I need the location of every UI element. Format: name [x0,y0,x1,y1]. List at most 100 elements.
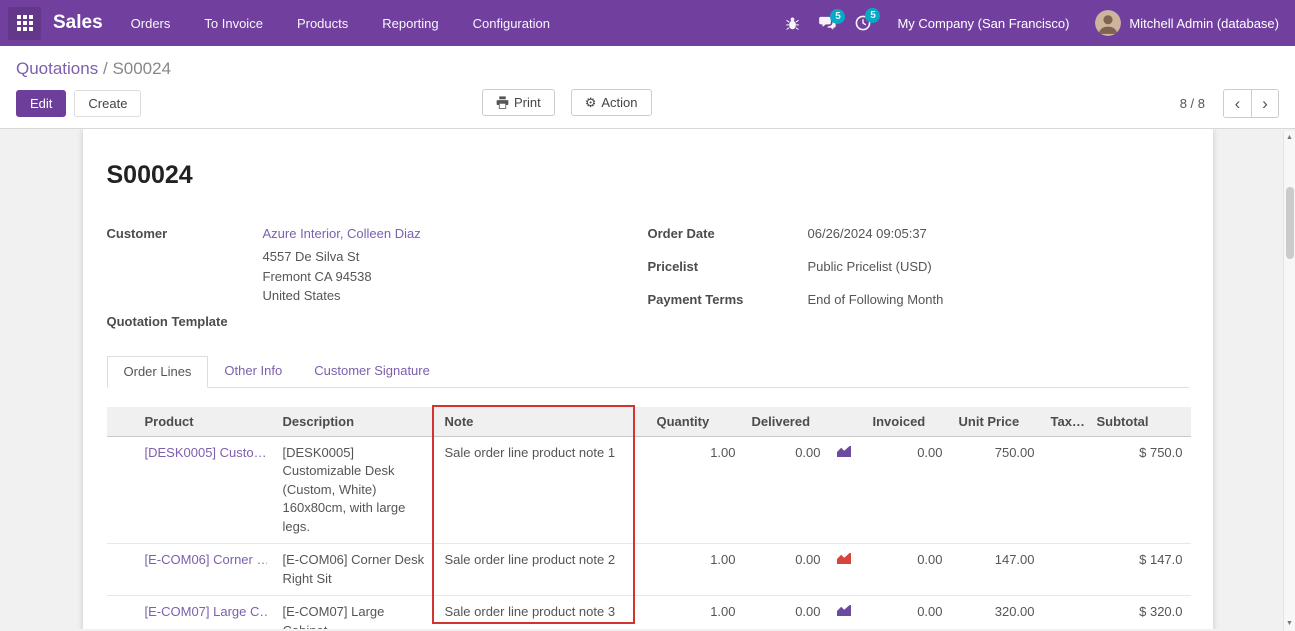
unit-price-column-header[interactable]: Unit Price [951,407,1043,437]
product-link[interactable]: [E-COM06] Corner … [145,551,267,570]
forecast-chart-icon[interactable] [837,603,851,622]
delivered-cell: 0.00 [744,436,829,544]
action-button[interactable]: ⚙ Action [571,89,652,116]
create-button[interactable]: Create [74,90,141,117]
scroll-up-arrow[interactable]: ▲ [1284,131,1295,145]
app-title[interactable]: Sales [53,12,103,34]
main-menu: Orders To Invoice Products Reporting Con… [131,16,584,31]
quantity-cell: 1.00 [649,544,744,596]
note-cell: Sale order line product note 3 [437,596,649,630]
order-line-row[interactable]: [E-COM06] Corner … [E-COM06] Corner Desk… [107,544,1191,596]
order-date-label: Order Date [648,224,808,244]
messages-button[interactable]: 5 [819,16,836,31]
activities-badge: 5 [865,8,880,23]
menu-reporting[interactable]: Reporting [382,16,438,31]
description-column-header[interactable]: Description [275,407,437,437]
row-handle-cell [107,436,137,544]
payment-terms-value: End of Following Month [808,290,944,310]
delivered-cell: 0.00 [744,596,829,630]
messages-badge: 5 [830,9,845,24]
taxes-column-header[interactable]: Tax… [1043,407,1089,437]
invoiced-column-header[interactable]: Invoiced [865,407,951,437]
vertical-scrollbar[interactable]: ▲ ▼ [1283,131,1295,631]
row-handle-cell [107,544,137,596]
chevron-left-icon: ‹ [1235,91,1241,116]
breadcrumb-current: S00024 [112,59,171,78]
notebook-tabs: Order Lines Other Info Customer Signatur… [107,356,1189,388]
unit-price-cell: 320.00 [951,596,1043,630]
tab-customer-signature[interactable]: Customer Signature [298,356,446,387]
chevron-right-icon: › [1262,91,1268,116]
customer-address: 4557 De Silva St Fremont CA 94538 United… [263,247,648,306]
avatar-image [1095,10,1121,36]
action-button-row: Edit Create Print ⚙ Action 8 / 8 ‹ › [0,84,1295,128]
product-column-header[interactable]: Product [137,407,275,437]
pager-count: 8 / 8 [1180,96,1205,111]
description-cell: [E-COM06] Corner Desk Right Sit [275,544,437,596]
menu-orders[interactable]: Orders [131,16,171,31]
invoiced-cell: 0.00 [865,596,951,630]
apps-menu-button[interactable] [8,7,41,40]
taxes-cell [1043,436,1089,544]
scrollbar-thumb[interactable] [1286,187,1294,259]
forecast-chart-icon[interactable] [837,444,851,463]
field-area: Customer Azure Interior, Colleen Diaz 45… [107,224,1189,332]
invoiced-cell: 0.00 [865,436,951,544]
order-line-row[interactable]: [DESK0005] Custo… [DESK0005] Customizabl… [107,436,1191,544]
quotation-form-sheet: S00024 Customer Azure Interior, Colleen … [83,129,1213,629]
apps-grid-icon [17,15,33,31]
pricelist-value: Public Pricelist (USD) [808,257,932,277]
delivered-column-header[interactable]: Delivered [744,407,829,437]
content-area: S00024 Customer Azure Interior, Colleen … [0,129,1295,629]
quantity-cell: 1.00 [649,436,744,544]
taxes-cell [1043,544,1089,596]
pager-previous-button[interactable]: ‹ [1224,90,1251,117]
left-field-column: Customer Azure Interior, Colleen Diaz 45… [107,224,648,332]
order-date-value: 06/26/2024 09:05:37 [808,224,927,244]
handle-column-header [107,407,137,437]
menu-products[interactable]: Products [297,16,348,31]
product-link[interactable]: [DESK0005] Custo… [145,444,267,463]
description-cell: [DESK0005] Customizable Desk (Custom, Wh… [275,436,437,544]
address-line-street: 4557 De Silva St [263,247,648,267]
tab-order-lines[interactable]: Order Lines [107,356,209,388]
activities-button[interactable]: 5 [855,15,871,31]
subtotal-cell: $ 320.0 [1089,596,1191,630]
unit-price-cell: 147.00 [951,544,1043,596]
scroll-down-arrow[interactable]: ▼ [1284,617,1295,631]
note-cell: Sale order line product note 1 [437,436,649,544]
menu-configuration[interactable]: Configuration [473,16,550,31]
right-field-column: Order Date 06/26/2024 09:05:37 Pricelist… [648,224,1189,332]
print-button[interactable]: Print [482,89,555,116]
pager-next-button[interactable]: › [1251,90,1278,117]
user-avatar[interactable] [1095,10,1121,36]
subtotal-column-header[interactable]: Subtotal [1089,407,1191,437]
company-switcher[interactable]: My Company (San Francisco) [897,16,1069,31]
quantity-column-header[interactable]: Quantity [649,407,744,437]
breadcrumb: Quotations / S00024 [0,46,1295,84]
description-cell: [E-COM07] Large Cabinet [275,596,437,630]
subtotal-cell: $ 147.0 [1089,544,1191,596]
control-panel: Quotations / S00024 Edit Create Print ⚙ … [0,46,1295,129]
edit-button[interactable]: Edit [16,90,66,117]
customer-label: Customer [107,224,263,244]
order-line-row[interactable]: [E-COM07] Large C… [E-COM07] Large Cabin… [107,596,1191,630]
customer-link[interactable]: Azure Interior, Colleen Diaz [263,226,421,241]
topbar-right-section: 5 5 My Company (San Francisco) Mitchell … [766,10,1279,36]
forecast-chart-icon[interactable] [837,551,851,570]
debug-bug-icon[interactable] [785,16,800,31]
unit-price-cell: 750.00 [951,436,1043,544]
tab-other-info[interactable]: Other Info [208,356,298,387]
breadcrumb-quotations-link[interactable]: Quotations [16,59,98,78]
row-handle-cell [107,596,137,630]
invoiced-cell: 0.00 [865,544,951,596]
user-menu[interactable]: Mitchell Admin (database) [1129,16,1279,31]
record-title: S00024 [107,161,1189,190]
menu-to-invoice[interactable]: To Invoice [204,16,263,31]
quotation-template-label: Quotation Template [107,312,263,332]
note-column-header[interactable]: Note [437,407,649,437]
product-link[interactable]: [E-COM07] Large C… [145,603,267,622]
address-line-country: United States [263,286,648,306]
printer-icon [496,96,509,109]
forecast-column-header [829,407,865,437]
